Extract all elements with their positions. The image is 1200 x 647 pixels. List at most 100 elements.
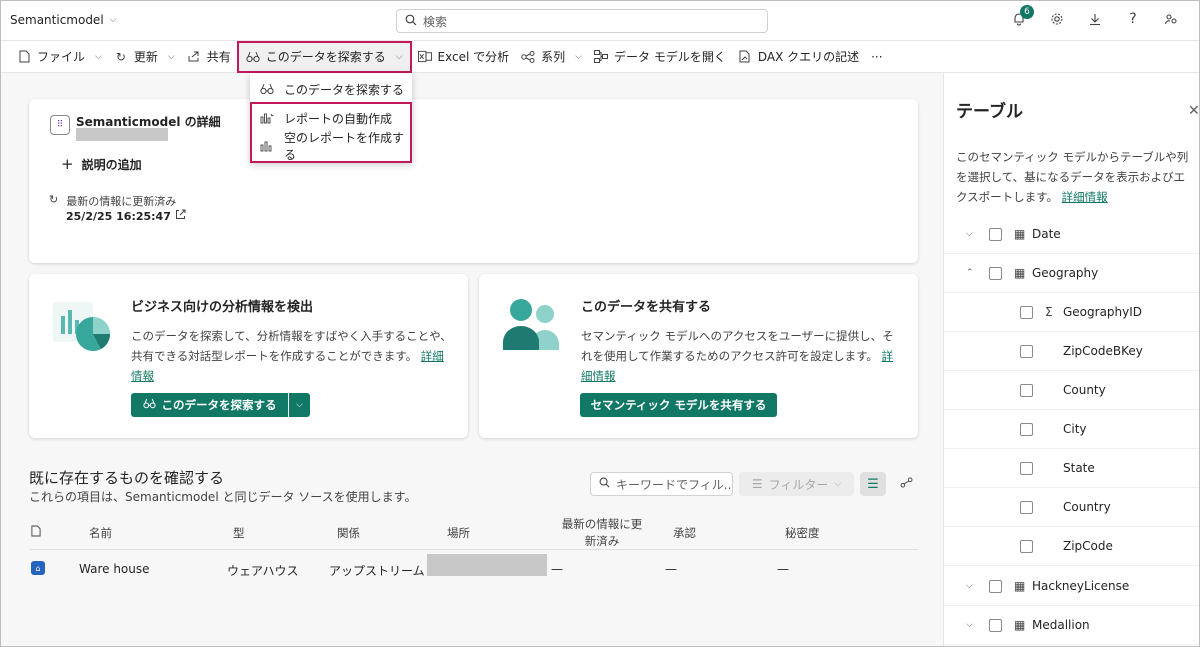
- search-box[interactable]: 検索: [396, 9, 768, 33]
- chevron-down-icon: ⌵: [395, 51, 403, 62]
- top-bar: Semanticmodel ⌵ 検索 6 ?: [1, 1, 1199, 41]
- refresh-icon: ↻: [115, 49, 126, 64]
- tree-item-label: HackneyLicense: [1032, 579, 1130, 593]
- explore-data-primary-button[interactable]: このデータを探索する: [131, 393, 288, 417]
- checkbox[interactable]: [1020, 305, 1033, 319]
- dropdown-item-explore[interactable]: このデータを探索する: [250, 75, 412, 103]
- row-name[interactable]: Ware house: [79, 562, 150, 576]
- table-icon: ▦: [1014, 618, 1026, 632]
- dax-label: DAX クエリの記述: [757, 50, 860, 64]
- excel-icon: [417, 50, 432, 64]
- checkbox[interactable]: [989, 618, 1002, 632]
- filter-button-label: フィルター: [768, 477, 829, 492]
- tree-item-hackneylicense[interactable]: ⌵ ▦ HackneyLicense: [944, 567, 1199, 606]
- insight-card: ビジネス向けの分析情報を検出 このデータを探索して、分析情報をすばやく入手するこ…: [29, 274, 468, 438]
- table-divider: [29, 549, 918, 550]
- row-refreshed: —: [551, 562, 563, 576]
- share-card: このデータを共有する セマンティック モデルへのアクセスをユーザーに提供し、それ…: [479, 274, 918, 438]
- add-description-button[interactable]: + 説明の追加: [61, 155, 142, 173]
- checkbox[interactable]: [989, 227, 1002, 241]
- column-header-refreshed[interactable]: 最新の情報に更 新済み: [559, 516, 645, 550]
- column-header-name[interactable]: 名前: [89, 525, 112, 541]
- chevron-down-icon: ⌵: [834, 479, 842, 489]
- close-icon[interactable]: ✕: [1188, 103, 1199, 119]
- tree-item-zipcodebkey[interactable]: ZipCodeBKey: [944, 332, 1199, 371]
- column-header-sensitivity[interactable]: 秘密度: [785, 525, 820, 541]
- existing-section-subtitle: これらの項目は、Semanticmodel と同じデータ ソースを使用します。: [29, 490, 417, 504]
- filter-button[interactable]: ☰ フィルター ⌵: [739, 472, 854, 496]
- checkbox[interactable]: [1020, 500, 1033, 514]
- explore-split-dropdown-button[interactable]: ⌵: [288, 393, 310, 417]
- tree-item-label: State: [1063, 461, 1095, 475]
- checkbox[interactable]: [1020, 539, 1033, 553]
- tree-item-state[interactable]: State: [944, 449, 1199, 488]
- share-people-icon[interactable]: [1163, 11, 1179, 27]
- share-title: このデータを共有する: [581, 300, 712, 315]
- refresh-status-label: 最新の情報に更新済み: [66, 195, 177, 208]
- gear-icon[interactable]: [1049, 11, 1065, 27]
- file-menu-button[interactable]: ファイル ⌵: [11, 44, 108, 70]
- tree-item-date[interactable]: ⌵ ▦ Date: [944, 215, 1199, 254]
- open-data-model-button[interactable]: データ モデルを開く: [588, 44, 732, 70]
- share-body: セマンティック モデルへのアクセスをユーザーに提供し、それを使用して作業するため…: [581, 326, 903, 386]
- search-icon: [599, 477, 610, 491]
- open-external-icon[interactable]: [175, 209, 186, 223]
- column-header-relation[interactable]: 関係: [337, 525, 360, 541]
- table-icon: ▦: [1014, 579, 1026, 593]
- checkbox[interactable]: [989, 579, 1002, 593]
- notification-bell-icon[interactable]: 6: [1011, 5, 1034, 27]
- dax-query-icon: [738, 50, 752, 64]
- tree-item-country[interactable]: Country: [944, 488, 1199, 527]
- more-options-button[interactable]: ···: [865, 44, 888, 70]
- share-illustration: [499, 296, 563, 354]
- chevron-down-icon[interactable]: ⌵: [966, 229, 973, 239]
- chevron-up-icon[interactable]: ⌃: [966, 268, 974, 278]
- share-button[interactable]: 共有: [181, 44, 237, 70]
- dropdown-highlight-box: [250, 102, 412, 163]
- tree-item-label: ZipCodeBKey: [1063, 344, 1143, 358]
- help-icon[interactable]: ?: [1125, 11, 1141, 27]
- keyword-filter-input[interactable]: キーワードでフィル...: [590, 472, 733, 496]
- column-header-type[interactable]: 型: [233, 525, 245, 541]
- app-title-text: Semanticmodel: [10, 13, 104, 27]
- chevron-down-icon[interactable]: ⌵: [966, 620, 973, 630]
- checkbox[interactable]: [1020, 422, 1033, 436]
- checkbox[interactable]: [1020, 344, 1033, 358]
- side-panel-title: テーブル: [956, 102, 1023, 122]
- explore-data-button[interactable]: このデータを探索する ⌵: [236, 40, 412, 73]
- refresh-button[interactable]: ↻ 更新 ⌵: [108, 44, 181, 70]
- checkbox[interactable]: [1020, 461, 1033, 475]
- tables-side-panel: テーブル ✕ このセマンティック モデルからテーブルや列を選択して、基になるデー…: [943, 73, 1199, 646]
- tree-item-label: Geography: [1032, 266, 1099, 280]
- search-placeholder: 検索: [423, 14, 448, 29]
- download-icon[interactable]: [1087, 11, 1103, 27]
- tree-item-geographyid[interactable]: Σ GeographyID: [944, 293, 1199, 332]
- column-header-location[interactable]: 場所: [447, 525, 470, 541]
- tree-item-medallion[interactable]: ⌵ ▦ Medallion: [944, 606, 1199, 645]
- side-panel-learn-more-link[interactable]: 詳細情報: [1062, 190, 1108, 204]
- tree-item-geography[interactable]: ⌃ ▦ Geography: [944, 254, 1199, 293]
- list-view-button[interactable]: ☰: [860, 472, 886, 496]
- lineage-view-button[interactable]: [894, 472, 918, 496]
- column-header-endorsement[interactable]: 承認: [673, 525, 696, 541]
- tree-item-city[interactable]: City: [944, 410, 1199, 449]
- refresh-label: 更新: [133, 50, 158, 64]
- tree-item-county[interactable]: County: [944, 371, 1199, 410]
- tree-item-zipcode[interactable]: ZipCode: [944, 527, 1199, 566]
- dax-query-button[interactable]: DAX クエリの記述: [732, 44, 865, 70]
- checkbox[interactable]: [989, 266, 1002, 280]
- row-relation: アップストリーム: [329, 564, 425, 578]
- chevron-down-icon[interactable]: ⌵: [966, 581, 973, 591]
- app-title-button[interactable]: Semanticmodel ⌵: [10, 13, 116, 27]
- dropdown-item-label: このデータを探索する: [284, 82, 405, 97]
- warehouse-icon: ⌂: [31, 561, 45, 575]
- refresh-status-icon: ↻: [49, 193, 59, 206]
- lineage-icon: [521, 50, 535, 64]
- tree-item-label: Country: [1063, 500, 1111, 514]
- lineage-button[interactable]: 系列 ⌵: [515, 44, 588, 70]
- excel-analyze-button[interactable]: Excel で分析: [412, 44, 516, 70]
- chevron-down-icon: ⌵: [109, 15, 117, 25]
- share-semantic-model-button[interactable]: セマンティック モデルを共有する: [580, 393, 777, 417]
- redacted-location: [427, 554, 547, 576]
- checkbox[interactable]: [1020, 383, 1033, 397]
